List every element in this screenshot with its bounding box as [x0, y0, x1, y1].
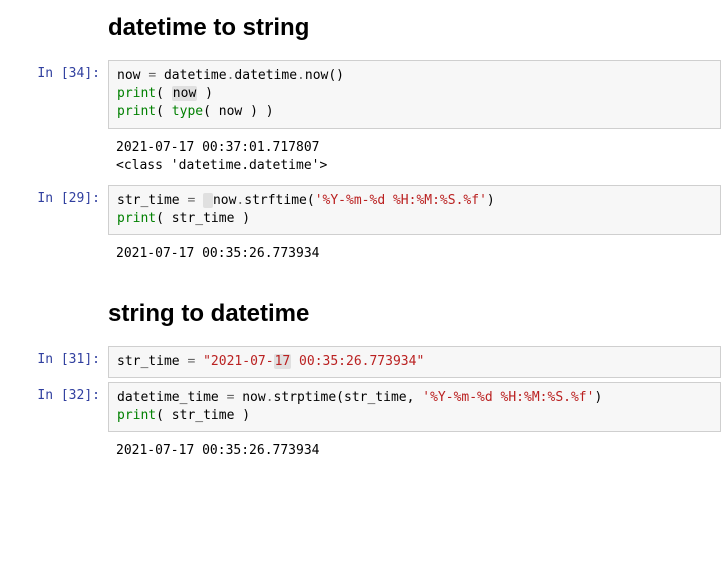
code-cell-34: In [34]: now = datetime.datetime.now() p… — [0, 60, 721, 129]
prompt-empty — [0, 239, 108, 245]
highlight-date-fragment: 17 — [274, 354, 292, 369]
code-cell-29: In [29]: str_time = now.strftime('%Y-%m-… — [0, 185, 721, 235]
heading-string-to-datetime: string to datetime — [108, 300, 721, 328]
output-cell-34: 2021-07-17 00:37:01.717807 <class 'datet… — [0, 133, 721, 181]
prompt-empty — [0, 133, 108, 139]
highlight-now: now — [172, 86, 197, 101]
heading-datetime-to-string: datetime to string — [108, 14, 721, 42]
output-cell-32: 2021-07-17 00:35:26.773934 — [0, 436, 721, 466]
input-prompt-34: In [34]: — [0, 60, 108, 81]
output-cell-29: 2021-07-17 00:35:26.773934 — [0, 239, 721, 269]
code-input-29[interactable]: str_time = now.strftime('%Y-%m-%d %H:%M:… — [108, 185, 721, 235]
code-input-32[interactable]: datetime_time = now.strptime(str_time, '… — [108, 382, 721, 432]
code-input-31[interactable]: str_time = "2021-07-17 00:35:26.773934" — [108, 346, 721, 378]
highlight-cursor — [203, 193, 213, 208]
prompt-empty — [0, 436, 108, 442]
code-cell-31: In [31]: str_time = "2021-07-17 00:35:26… — [0, 346, 721, 378]
code-cell-32: In [32]: datetime_time = now.strptime(st… — [0, 382, 721, 432]
code-output-32: 2021-07-17 00:35:26.773934 — [108, 436, 721, 466]
markdown-cell: datetime to string — [0, 4, 721, 56]
code-output-29: 2021-07-17 00:35:26.773934 — [108, 239, 721, 269]
input-prompt-29: In [29]: — [0, 185, 108, 206]
input-prompt-31: In [31]: — [0, 346, 108, 367]
markdown-cell: string to datetime — [0, 274, 721, 342]
input-prompt-32: In [32]: — [0, 382, 108, 403]
code-input-34[interactable]: now = datetime.datetime.now() print( now… — [108, 60, 721, 129]
code-output-34: 2021-07-17 00:37:01.717807 <class 'datet… — [108, 133, 721, 181]
